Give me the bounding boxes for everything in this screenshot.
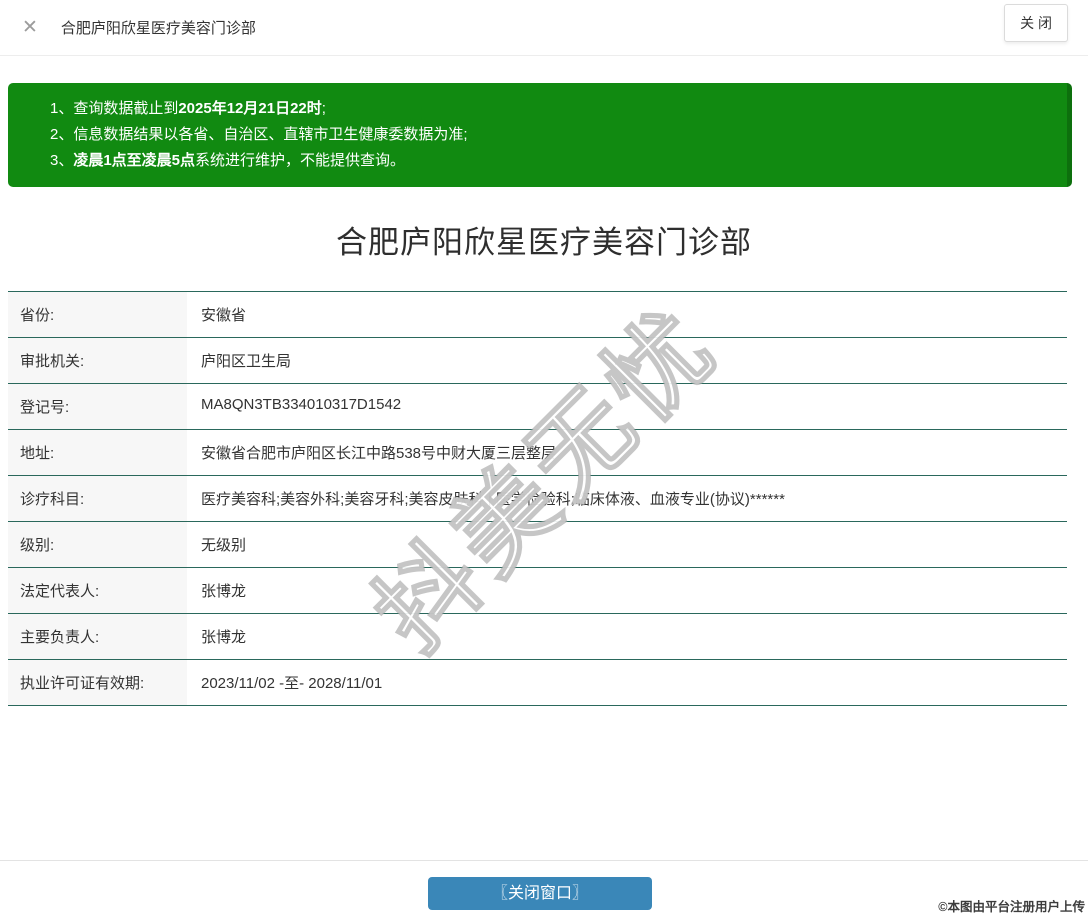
page-title: 合肥庐阳欣星医疗美容门诊部 xyxy=(0,217,1088,262)
notice-text: 1、查询数据截止到 xyxy=(50,100,178,117)
table-row: 主要负责人: 张博龙 xyxy=(8,613,1067,659)
notice-line: 2、信息数据结果以各省、自治区、直辖市卫生健康委数据为准; xyxy=(50,122,1055,148)
notice-text: 2、信息数据结果以各省、自治区、直辖市卫生健康委数据为准; xyxy=(50,126,468,143)
row-value: 张博龙 xyxy=(187,614,1067,659)
row-label: 省份: xyxy=(8,292,187,337)
notice-text: 系统进行维护，不能提供查询。 xyxy=(195,152,405,169)
table-row: 级别: 无级别 xyxy=(8,521,1067,567)
row-value: 医疗美容科;美容外科;美容牙科;美容皮肤科 | 医学检验科;临床体液、血液专业(… xyxy=(187,476,1067,521)
table-row: 执业许可证有效期: 2023/11/02 -至- 2028/11/01 xyxy=(8,659,1067,705)
close-icon[interactable]: ✕ xyxy=(22,18,38,37)
row-value: 安徽省 xyxy=(187,292,1067,337)
table-row: 登记号: MA8QN3TB334010317D1542 xyxy=(8,383,1067,429)
table-row: 省份: 安徽省 xyxy=(8,291,1067,337)
close-button[interactable]: 关 闭 xyxy=(1004,4,1068,42)
notice-line: 3、凌晨1点至凌晨5点系统进行维护，不能提供查询。 xyxy=(50,148,1055,174)
info-table: 省份: 安徽省 审批机关: 庐阳区卫生局 登记号: MA8QN3TB334010… xyxy=(8,291,1067,706)
notice-box: 1、查询数据截止到2025年12月21日22时; 2、信息数据结果以各省、自治区… xyxy=(8,83,1072,187)
row-value: 安徽省合肥市庐阳区长江中路538号中财大厦三层整层 xyxy=(187,430,1067,475)
row-label: 法定代表人: xyxy=(8,568,187,613)
notice-text-bold: 凌晨1点至凌晨5点 xyxy=(73,152,195,169)
top-bar: ✕ 合肥庐阳欣星医疗美容门诊部 关 闭 xyxy=(0,0,1088,56)
row-label: 执业许可证有效期: xyxy=(8,660,187,705)
table-row: 审批机关: 庐阳区卫生局 xyxy=(8,337,1067,383)
close-window-button[interactable]: 〖关闭窗口〗 xyxy=(428,877,652,910)
row-label: 级别: xyxy=(8,522,187,567)
row-label: 地址: xyxy=(8,430,187,475)
row-label: 主要负责人: xyxy=(8,614,187,659)
table-row: 诊疗科目: 医疗美容科;美容外科;美容牙科;美容皮肤科 | 医学检验科;临床体液… xyxy=(8,475,1067,521)
row-value: MA8QN3TB334010317D1542 xyxy=(187,384,1067,429)
row-value: 2023/11/02 -至- 2028/11/01 xyxy=(187,660,1067,705)
notice-line: 1、查询数据截止到2025年12月21日22时; xyxy=(50,96,1055,122)
table-row: 法定代表人: 张博龙 xyxy=(8,567,1067,613)
upload-note: ©本图由平台注册用户上传 xyxy=(938,896,1085,915)
row-label: 登记号: xyxy=(8,384,187,429)
row-value: 庐阳区卫生局 xyxy=(187,338,1067,383)
row-value: 无级别 xyxy=(187,522,1067,567)
page-title-topbar: 合肥庐阳欣星医疗美容门诊部 xyxy=(61,17,256,38)
notice-text: ; xyxy=(322,100,326,117)
notice-text-bold: 2025年12月21日22时 xyxy=(178,100,321,117)
row-label: 审批机关: xyxy=(8,338,187,383)
row-label: 诊疗科目: xyxy=(8,476,187,521)
table-row: 地址: 安徽省合肥市庐阳区长江中路538号中财大厦三层整层 xyxy=(8,429,1067,475)
footer-divider xyxy=(0,860,1088,861)
notice-text: 3、 xyxy=(50,152,73,169)
row-value: 张博龙 xyxy=(187,568,1067,613)
page: ✕ 合肥庐阳欣星医疗美容门诊部 关 闭 1、查询数据截止到2025年12月21日… xyxy=(0,0,1088,919)
